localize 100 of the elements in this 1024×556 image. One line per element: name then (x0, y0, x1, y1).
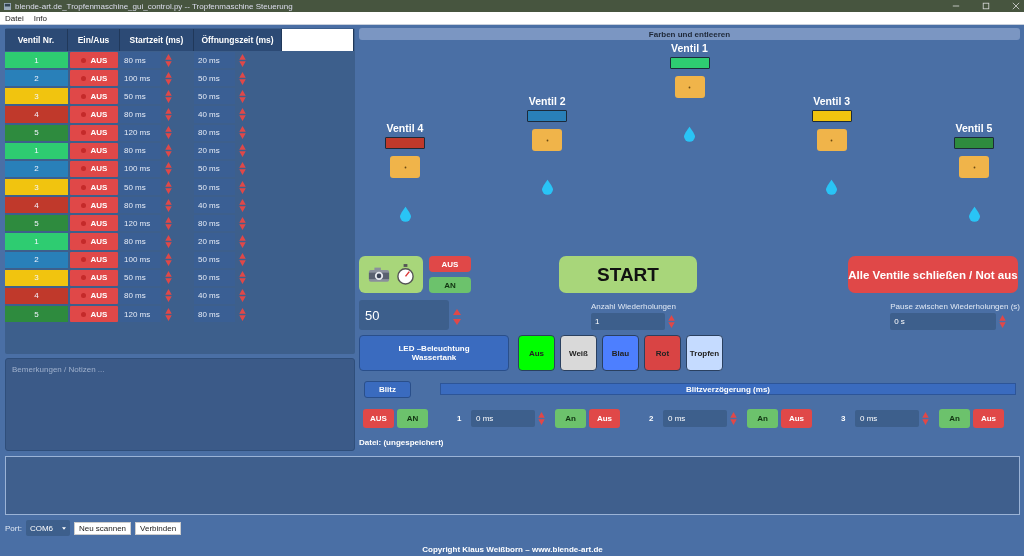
spin-arrows-icon[interactable] (239, 144, 246, 158)
start-time-field[interactable]: 120 ms (120, 215, 161, 232)
spin-arrows-icon[interactable] (239, 307, 246, 321)
menu-item[interactable]: Datei (5, 13, 24, 23)
start-time-field[interactable]: 120 ms (120, 305, 161, 323)
spin-arrows-icon[interactable] (999, 315, 1007, 328)
spin-arrows-icon[interactable] (538, 411, 545, 425)
camera-timer-button[interactable] (359, 256, 423, 293)
start-time-field[interactable]: 80 ms (120, 52, 161, 69)
on-button[interactable]: An (555, 408, 586, 428)
on-off-button[interactable]: AUS (70, 269, 118, 286)
open-time-field[interactable]: 50 ms (194, 88, 235, 105)
port-button[interactable]: Verbinden (135, 521, 182, 535)
on-off-button[interactable]: AUS (70, 215, 118, 232)
start-time-field[interactable]: 80 ms (120, 197, 161, 214)
led-color-button[interactable]: Aus (518, 335, 555, 371)
start-time-field[interactable]: 80 ms (120, 287, 161, 304)
repetitions-field[interactable]: 1 (591, 313, 665, 330)
start-button[interactable]: START (559, 256, 697, 293)
delay-field[interactable]: 0 ms (855, 409, 919, 427)
open-time-field[interactable]: 40 ms (194, 197, 235, 214)
led-lighting-button[interactable]: LED –Beleuchtung Wassertank (359, 335, 509, 371)
start-time-field[interactable]: 100 ms (120, 70, 161, 87)
start-time-field[interactable]: 120 ms (120, 124, 161, 141)
spin-arrows-icon[interactable] (239, 198, 246, 212)
spin-arrows-icon[interactable] (165, 307, 172, 321)
start-time-field[interactable]: 50 ms (120, 179, 161, 196)
valve-button[interactable] (816, 129, 847, 151)
port-button[interactable]: Neu scannen (73, 521, 132, 535)
on-button[interactable]: An (939, 408, 970, 428)
spin-arrows-icon[interactable] (239, 271, 246, 285)
led-color-button[interactable]: Weiß (560, 335, 597, 371)
spin-arrows-icon[interactable] (165, 162, 172, 176)
open-time-field[interactable]: 80 ms (194, 305, 235, 323)
spin-arrows-icon[interactable] (239, 53, 246, 67)
spin-arrows-icon[interactable] (239, 253, 246, 267)
on-off-button[interactable]: AUS (70, 52, 118, 69)
spin-arrows-icon[interactable] (668, 315, 675, 328)
on-off-button[interactable]: AUS (70, 106, 118, 123)
on-button[interactable]: AN (429, 277, 471, 293)
start-time-field[interactable]: 50 ms (120, 88, 161, 105)
spin-arrows-icon[interactable] (165, 108, 172, 121)
on-off-button[interactable]: AUS (70, 251, 118, 268)
minimize-icon[interactable] (952, 2, 960, 10)
start-time-field[interactable]: 100 ms (120, 160, 161, 177)
spin-arrows-icon[interactable] (239, 89, 246, 103)
led-color-button[interactable]: Tropfen (686, 335, 723, 371)
off-button[interactable]: Aus (973, 408, 1004, 428)
spin-arrows-icon[interactable] (165, 271, 172, 285)
on-button[interactable]: AN (397, 408, 428, 428)
spin-arrows-icon[interactable] (239, 126, 246, 140)
open-time-field[interactable]: 50 ms (194, 179, 235, 196)
start-time-field[interactable]: 80 ms (120, 106, 161, 123)
spin-arrows-icon[interactable] (165, 71, 172, 85)
start-time-field[interactable]: 80 ms (120, 233, 161, 250)
on-off-button[interactable]: AUS (70, 142, 118, 159)
valve-button[interactable] (674, 76, 705, 98)
open-time-field[interactable]: 50 ms (194, 251, 235, 268)
off-button[interactable]: AUS (429, 256, 471, 272)
spin-arrows-icon[interactable] (922, 411, 929, 425)
on-off-button[interactable]: AUS (70, 88, 118, 105)
spin-arrows-icon[interactable] (165, 53, 172, 67)
spin-arrows-icon[interactable] (165, 89, 172, 103)
log-field[interactable] (5, 456, 1020, 515)
open-time-field[interactable]: 20 ms (194, 52, 235, 69)
on-off-button[interactable]: AUS (70, 70, 118, 87)
off-button[interactable]: Aus (589, 408, 620, 428)
off-button[interactable]: Aus (781, 408, 812, 428)
on-button[interactable]: An (747, 408, 778, 428)
spin-arrows-icon[interactable] (165, 253, 172, 267)
valve-button[interactable] (959, 156, 989, 178)
open-time-field[interactable]: 40 ms (194, 287, 235, 304)
menu-item[interactable]: Info (33, 13, 48, 23)
valve-button[interactable] (532, 129, 563, 151)
start-time-field[interactable]: 50 ms (120, 269, 161, 286)
led-color-button[interactable]: Rot (644, 335, 681, 371)
on-off-button[interactable]: AUS (70, 197, 118, 214)
on-off-button[interactable]: AUS (70, 160, 118, 177)
maximize-icon[interactable] (982, 2, 990, 10)
close-icon[interactable] (1012, 2, 1020, 10)
spin-arrows-icon[interactable] (239, 180, 246, 194)
on-off-button[interactable]: AUS (70, 305, 118, 323)
start-time-field[interactable]: 100 ms (120, 251, 161, 268)
spin-arrows-icon[interactable] (165, 180, 172, 194)
emergency-stop-button[interactable]: Alle Ventile schließen / Not aus (848, 256, 1018, 293)
open-time-field[interactable]: 50 ms (194, 269, 235, 286)
spin-arrows-icon[interactable] (239, 162, 246, 176)
spin-arrows-icon[interactable] (239, 234, 246, 248)
flash-button[interactable]: Blitz (364, 380, 411, 398)
open-time-field[interactable]: 80 ms (194, 215, 235, 232)
spin-arrows-icon[interactable] (730, 411, 737, 425)
on-off-button[interactable]: AUS (70, 179, 118, 196)
open-time-field[interactable]: 20 ms (194, 142, 235, 159)
led-color-button[interactable]: Blau (602, 335, 639, 371)
spin-arrows-icon[interactable] (165, 144, 172, 158)
delay-field[interactable]: 0 ms (663, 409, 727, 427)
spin-arrows-icon[interactable] (239, 108, 246, 121)
spin-arrows-icon[interactable] (239, 289, 246, 303)
off-button[interactable]: AUS (363, 408, 394, 428)
spin-arrows-icon[interactable] (165, 126, 172, 140)
